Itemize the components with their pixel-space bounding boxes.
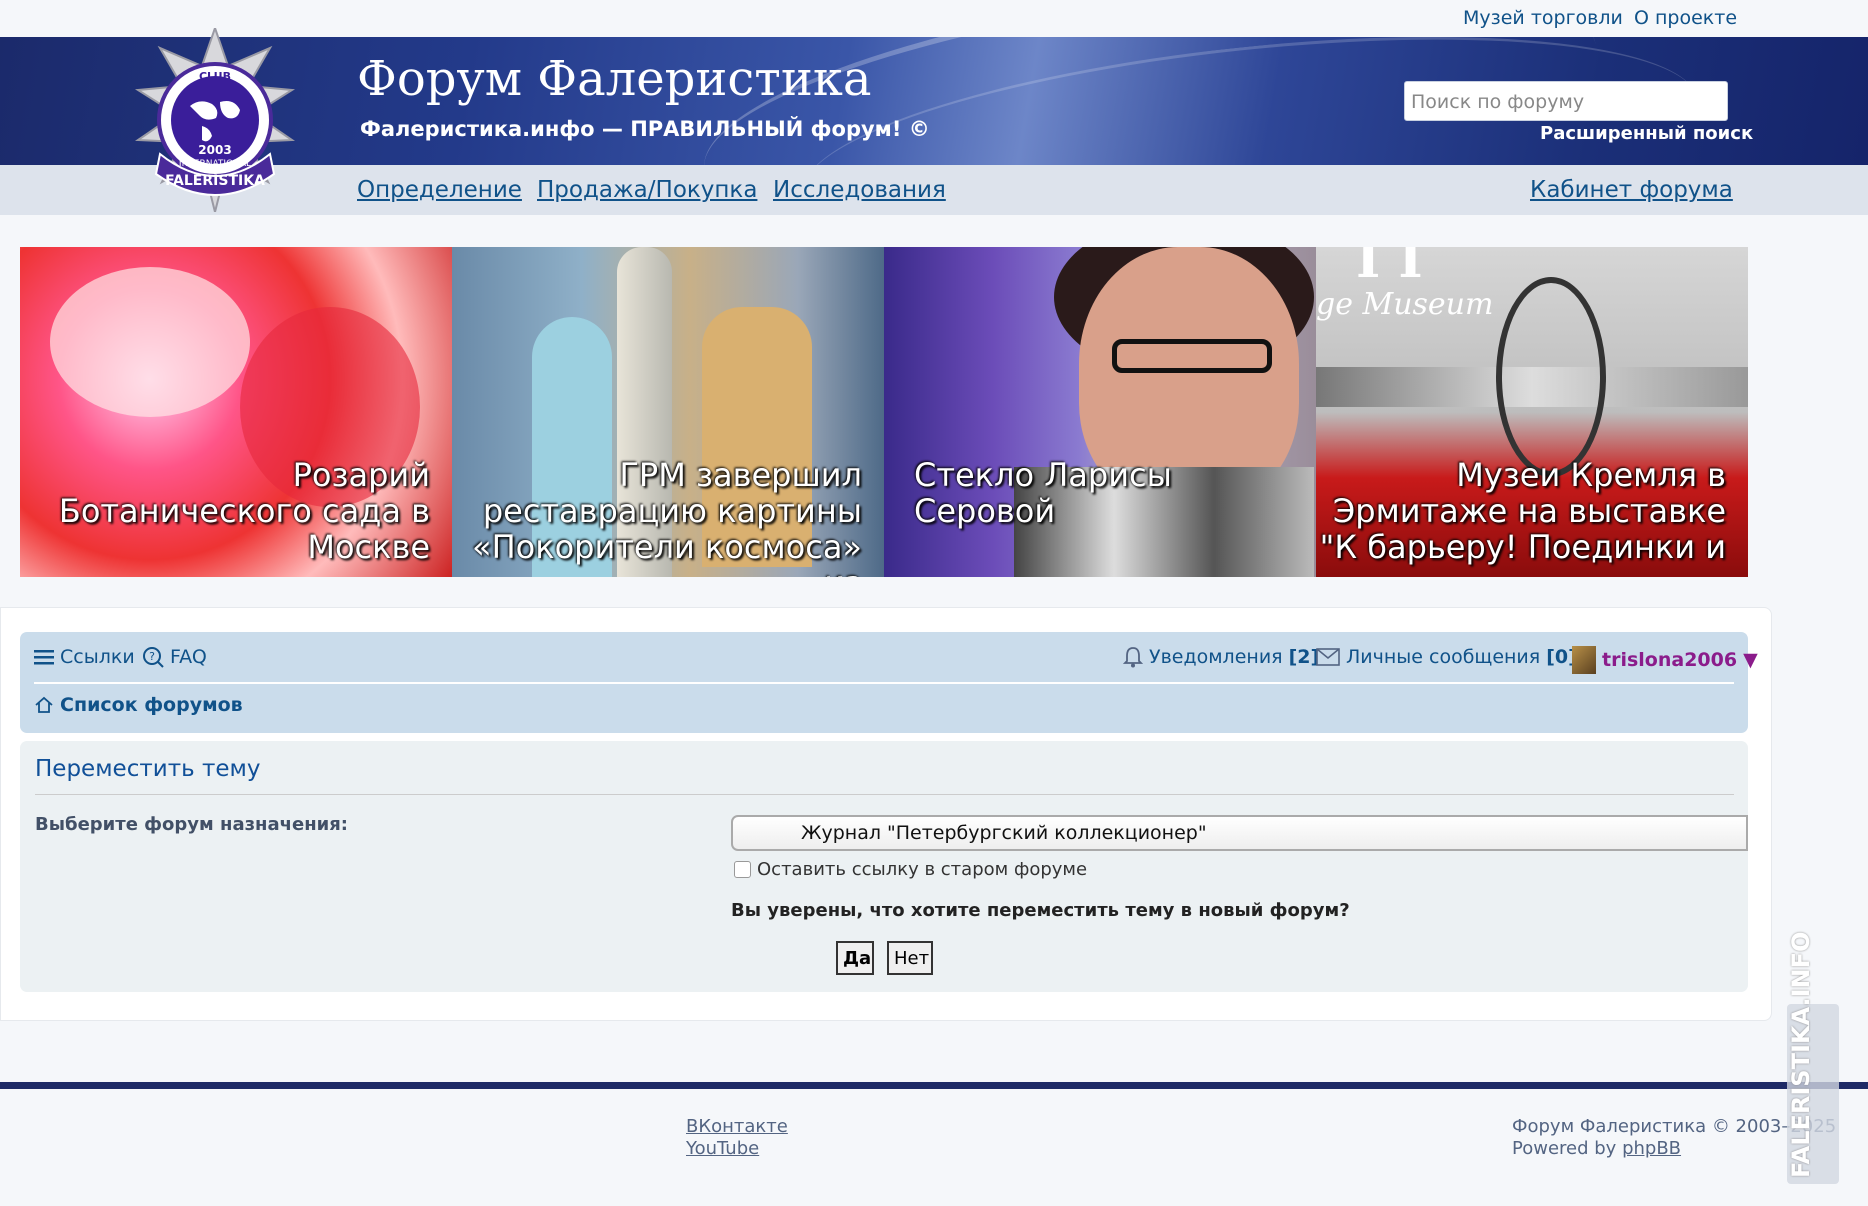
leave-shadow-checkbox-row[interactable]: Оставить ссылку в старом форуме (734, 859, 1087, 880)
breadcrumb-label: Список форумов (60, 694, 243, 716)
vk-link[interactable]: ВКонтакте (686, 1116, 788, 1138)
home-icon (35, 696, 53, 713)
faq-link[interactable]: ? FAQ (142, 646, 207, 668)
museum-link[interactable]: Музей торговли (1463, 7, 1623, 29)
envelope-icon (1316, 648, 1340, 666)
banner-caption: ГРМ завершил реставрацию картины «Покори… (472, 456, 862, 577)
private-messages-button[interactable]: Личные сообщения [0] (1316, 646, 1577, 668)
breadcrumb-forum-index[interactable]: Список форумов (34, 694, 243, 716)
target-forum-select[interactable]: Журнал "Петербургский коллекционер" (731, 815, 1748, 851)
museum-sign: I I (1356, 247, 1423, 290)
site-footer: ВКонтакте YouTube Форум Фалеристика © 20… (0, 1089, 1868, 1206)
rose-petal-shape (50, 267, 250, 417)
page-title: Переместить тему (35, 756, 261, 782)
help-icon: ? (143, 647, 164, 668)
no-button[interactable]: Нет (887, 941, 933, 975)
powered-by-prefix: Powered by (1512, 1138, 1617, 1159)
faq-label: FAQ (170, 646, 207, 668)
avatar (1572, 646, 1596, 674)
about-link[interactable]: О проекте (1634, 7, 1737, 29)
footer-bar (0, 1082, 1868, 1089)
museum-sign-text: ge Museum (1316, 287, 1494, 322)
portrait-glasses (1112, 339, 1272, 373)
notifications-count: [2] (1288, 646, 1320, 668)
pm-label: Личные сообщения (1346, 646, 1541, 668)
logo-faleristika-text: FALERISTIKA (165, 173, 265, 189)
phpbb-link[interactable]: phpBB (1622, 1138, 1681, 1159)
bell-icon (1123, 647, 1143, 668)
banner-strip: Розарий Ботанического сада в Москве ГРМ … (20, 247, 1748, 577)
nav-definition[interactable]: Определение (357, 177, 522, 203)
advanced-search-link[interactable]: Расширенный поиск (1540, 123, 1753, 144)
youtube-link[interactable]: YouTube (686, 1138, 788, 1160)
leave-shadow-checkbox[interactable] (734, 861, 751, 878)
nav-cabinet[interactable]: Кабинет форума (1530, 177, 1733, 203)
target-forum-label: Выберите форум назначения: (35, 814, 348, 835)
site-subtitle: Фалеристика.инфо — ПРАВИЛЬНЫЙ форум! © (360, 117, 930, 141)
username: trislona2006 (1602, 649, 1738, 671)
notifications-label: Уведомления (1149, 646, 1283, 668)
quick-links-label: Ссылки (60, 646, 135, 668)
user-menu[interactable]: trislona2006 ▼ (1572, 646, 1758, 674)
leave-shadow-label: Оставить ссылку в старом форуме (757, 859, 1088, 880)
banner-grm[interactable]: ГРМ завершил реставрацию картины «Покори… (452, 247, 884, 577)
move-topic-panel: Переместить тему Выберите форум назначен… (20, 741, 1748, 992)
sword-hilt (1496, 277, 1606, 477)
site-title[interactable]: Форум Фалеристика (357, 51, 871, 107)
quick-links[interactable]: Ссылки (34, 646, 135, 668)
dropdown-arrow-icon: ▼ (1743, 649, 1758, 671)
title-divider (35, 794, 1734, 795)
watermark: FALERISTIKA.INFO (1787, 932, 1839, 1184)
navbar-divider (34, 682, 1734, 684)
logo-international-text: INTERNATIONAL (179, 159, 251, 169)
nav-research[interactable]: Исследования (773, 177, 946, 203)
banner-caption: Музеи Кремля в Эрмитаже на выставке "К б… (1319, 456, 1726, 566)
yes-button[interactable]: Да (836, 941, 874, 975)
banner-kremlin[interactable]: I I ge Museum Музеи Кремля в Эрмитаже на… (1316, 247, 1748, 577)
banner-caption: Розарий Ботанического сада в Москве (58, 456, 430, 566)
footer-social-links: ВКонтакте YouTube (686, 1116, 788, 1160)
site-logo[interactable]: CLUB 2003 FALERISTIKA INTERNATIONAL (120, 28, 310, 212)
logo-year-text: 2003 (198, 143, 231, 157)
banner-caption: Стекло Ларисы Серовой (914, 456, 1172, 530)
confirm-question: Вы уверены, что хотите переместить тему … (731, 900, 1350, 921)
svg-text:?: ? (149, 650, 155, 663)
search-input[interactable]: Поиск по форуму (1404, 81, 1728, 121)
forum-navbar: Ссылки ? FAQ Уведомления [2] Личные сооб… (20, 632, 1758, 733)
notifications-button[interactable]: Уведомления [2] (1123, 646, 1319, 668)
banner-rosarium[interactable]: Розарий Ботанического сада в Москве (20, 247, 452, 577)
logo-club-text: CLUB (199, 70, 231, 83)
menu-icon (34, 650, 54, 665)
nav-buy-sell[interactable]: Продажа/Покупка (537, 177, 757, 203)
banner-serova[interactable]: Стекло Ларисы Серовой (884, 247, 1316, 577)
